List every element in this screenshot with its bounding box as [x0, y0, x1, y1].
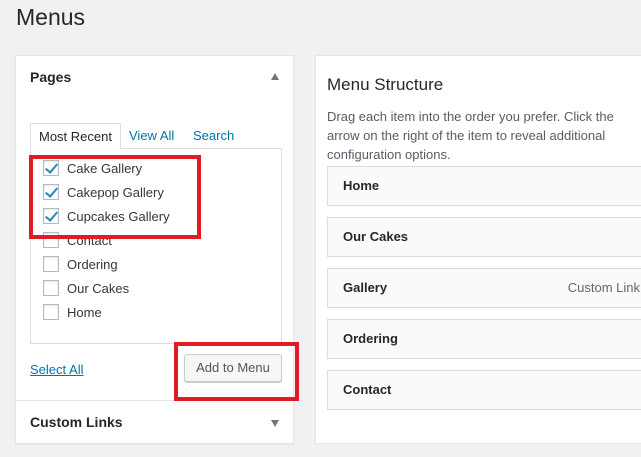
page-checkbox-item[interactable]: Our Cakes: [43, 278, 129, 298]
checkbox-unchecked[interactable]: [43, 256, 59, 272]
checkbox-unchecked[interactable]: [43, 232, 59, 248]
page-checkbox-label: Home: [67, 304, 102, 320]
checkbox-checked[interactable]: [43, 160, 59, 176]
tab-most-recent[interactable]: Most Recent: [30, 123, 121, 149]
page-checkbox-label: Cake Gallery: [67, 160, 143, 176]
menu-item-type: Custom Link: [567, 280, 640, 295]
page-title: Menus: [16, 4, 86, 30]
page-checkbox-item[interactable]: Home: [43, 302, 102, 322]
page-checkbox-label: Cupcakes Gallery: [67, 208, 170, 224]
checkbox-unchecked[interactable]: [43, 280, 59, 296]
page-checkbox-item[interactable]: Cupcakes Gallery: [43, 206, 170, 226]
tab-search[interactable]: Search: [193, 123, 234, 149]
menu-structure-title: Menu Structure: [327, 75, 444, 94]
pages-metabox-title: Pages: [30, 69, 72, 85]
page-checkbox-label: Contact: [67, 232, 112, 248]
page-checkbox-label: Cakepop Gallery: [67, 184, 164, 200]
page-checkbox-item[interactable]: Cakepop Gallery: [43, 182, 164, 202]
page-checkbox-item[interactable]: Ordering: [43, 254, 118, 274]
expand-arrow-icon[interactable]: [271, 420, 279, 427]
custom-links-title: Custom Links: [30, 414, 123, 430]
menu-item[interactable]: Gallery Custom Link: [327, 268, 641, 308]
page-checkbox-item[interactable]: Cake Gallery: [43, 158, 142, 178]
page-checkbox-item[interactable]: Contact: [43, 230, 112, 250]
menu-item-label: Ordering: [343, 331, 398, 346]
pages-metabox: Pages Most Recent View All Search Cake G…: [15, 55, 294, 444]
page-checkbox-label: Ordering: [67, 256, 118, 272]
pages-tabs: Most Recent View All Search: [30, 123, 282, 149]
checkbox-checked[interactable]: [43, 208, 59, 224]
pages-checklist: Cake Gallery Cakepop Gallery Cupcakes Ga…: [30, 148, 282, 344]
tab-view-all[interactable]: View All: [129, 123, 174, 149]
pages-metabox-header[interactable]: Pages: [16, 56, 293, 100]
menu-item-label: Home: [343, 178, 380, 193]
select-all-link[interactable]: Select All: [30, 362, 83, 377]
menu-item[interactable]: Our Cakes: [327, 217, 641, 257]
checkbox-unchecked[interactable]: [43, 304, 59, 320]
add-to-menu-button[interactable]: Add to Menu: [184, 354, 282, 382]
collapse-arrow-icon[interactable]: [271, 73, 279, 80]
menu-structure-description: Drag each item into the order you prefer…: [327, 109, 614, 162]
menu-item[interactable]: Contact: [327, 370, 641, 410]
menu-item[interactable]: Ordering: [327, 319, 641, 359]
page-checkbox-label: Our Cakes: [67, 280, 130, 296]
menu-item-label: Our Cakes: [343, 229, 409, 244]
checkbox-checked[interactable]: [43, 184, 59, 200]
custom-links-metabox-header[interactable]: Custom Links: [16, 400, 293, 444]
menu-structure-panel: Menu Structure Drag each item into the o…: [315, 55, 641, 444]
menu-item-label: Gallery: [343, 280, 388, 295]
menu-item[interactable]: Home: [327, 166, 641, 206]
menu-item-label: Contact: [343, 382, 392, 397]
